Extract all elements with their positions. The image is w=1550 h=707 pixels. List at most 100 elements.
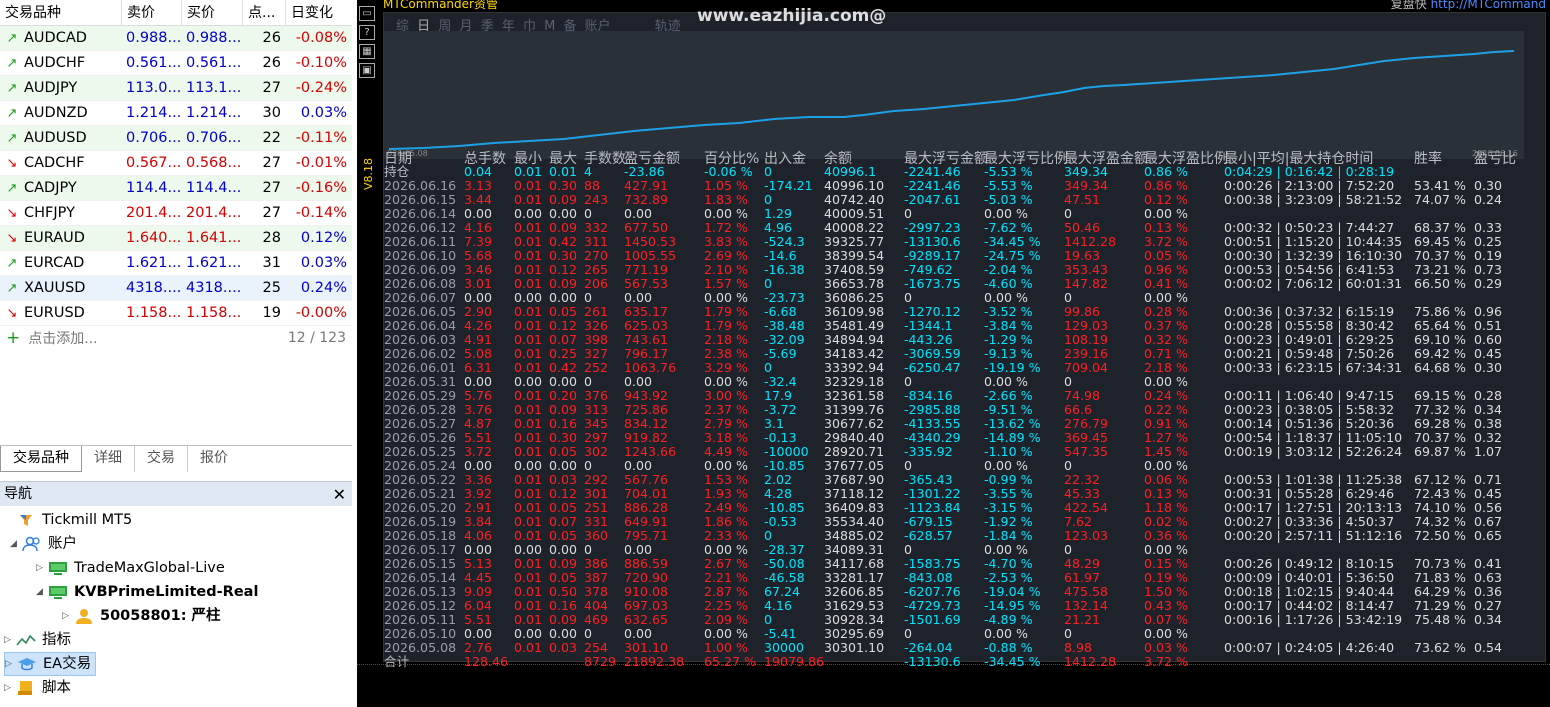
expand-arrow-icon[interactable]: ▷	[5, 652, 17, 676]
spread-cell: 27	[262, 205, 281, 221]
table-cell: 0.73	[1474, 262, 1503, 277]
tab-cat[interactable]: 巾	[523, 19, 536, 34]
table-cell: 0.00	[624, 374, 653, 389]
tab-summary[interactable]: 综	[396, 19, 409, 34]
col-ask[interactable]: 买价	[182, 0, 243, 26]
nav-item[interactable]: ▷ TradeMaxGlobal-Live	[36, 556, 225, 580]
nav-item[interactable]: ▷ 50058801: 严柱	[62, 604, 221, 628]
nav-item[interactable]: Tickmill MT5	[4, 508, 132, 532]
symbol-row[interactable]: ↘ CHFJPY 201.4... 201.4... 27 -0.14%	[0, 201, 352, 226]
nav-item[interactable]: ▷ 脚本	[4, 676, 71, 700]
table-cell: 0.01	[514, 430, 543, 445]
help-icon[interactable]: ?	[359, 25, 375, 40]
table-cell: 0.27	[1474, 598, 1503, 613]
spread-cell: 19	[262, 305, 281, 321]
user-icon	[74, 608, 94, 624]
table-cell: 1.50 %	[1144, 584, 1189, 599]
tab-day[interactable]: 日	[417, 19, 430, 34]
table-cell: 422.54	[1064, 500, 1109, 515]
table-cell: 36653.78	[824, 276, 885, 291]
table-cell: 0	[1064, 206, 1073, 221]
col-daily-change[interactable]: 日变化	[286, 0, 352, 26]
expand-arrow-icon[interactable]: ◢	[10, 532, 22, 556]
symbol-row[interactable]: ↗ XAUUSD 4318.... 4318.... 25 0.24%	[0, 276, 352, 301]
panel-toggle-icon[interactable]: ▭	[359, 6, 375, 21]
ask-cell: 0.988...	[186, 30, 242, 46]
expand-arrow-icon[interactable]: ▷	[4, 676, 16, 700]
tab-symbols[interactable]: 交易品种	[0, 446, 82, 472]
tab-details[interactable]: 详细	[82, 446, 135, 472]
table-cell: 0:00:07 | 0:24:05 | 4:26:40	[1224, 640, 1395, 655]
nav-item[interactable]: ◢ 账户	[10, 532, 77, 556]
tab-quarter[interactable]: 季	[481, 19, 494, 34]
table-cell: 0	[764, 276, 773, 291]
chart-url[interactable]: 复盘快 http://MTCommand	[1391, 0, 1546, 12]
table-cell: 0.00	[624, 626, 653, 641]
nav-item[interactable]: ◢ KVBPrimeLimited-Real	[36, 580, 258, 604]
symbol-name: EURAUD	[24, 230, 85, 246]
symbol-row[interactable]: ↗ CADJPY 114.4... 114.4... 27 -0.16%	[0, 176, 352, 201]
table-cell: 0.03	[549, 640, 578, 655]
table-cell: 2026.05.10	[384, 626, 457, 641]
ask-cell: 113.1...	[186, 80, 242, 96]
table-cell: 0.01	[514, 472, 543, 487]
symbol-row[interactable]: ↘ CADCHF 0.567... 0.568... 27 -0.01%	[0, 151, 352, 176]
table-cell: 0.30	[1474, 178, 1503, 193]
tab-note[interactable]: 备	[563, 19, 576, 34]
col-spread[interactable]: 点...	[243, 0, 286, 26]
col-bid[interactable]: 卖价	[122, 0, 182, 26]
add-symbol-row[interactable]: + 点击添加... 12 / 123	[0, 326, 352, 350]
tab-m[interactable]: M	[544, 19, 555, 34]
tab-account[interactable]: 账户	[585, 19, 611, 34]
tab-year[interactable]: 年	[502, 19, 515, 34]
table-cell: 0.15 %	[1144, 556, 1189, 571]
symbol-row[interactable]: ↗ AUDCAD 0.988... 0.988... 26 -0.08%	[0, 26, 352, 51]
tab-track[interactable]: 轨迹	[655, 19, 681, 34]
table-cell: 129.03	[1064, 318, 1109, 333]
symbol-row[interactable]: ↗ AUDNZD 1.214... 1.214... 30 0.03%	[0, 101, 352, 126]
table-cell: 64.68 %	[1414, 360, 1467, 375]
change-cell: -0.00%	[295, 305, 347, 321]
table-cell: 0:00:11 | 1:06:40 | 9:47:15	[1224, 388, 1395, 403]
symbol-row[interactable]: ↗ AUDCHF 0.561... 0.561... 26 -0.10%	[0, 51, 352, 76]
expand-arrow-icon[interactable]: ▷	[4, 628, 16, 652]
symbol-row[interactable]: ↘ EURAUD 1.640... 1.641... 28 0.12%	[0, 226, 352, 251]
change-cell: -0.08%	[295, 30, 347, 46]
grid-icon[interactable]: ▦	[359, 44, 375, 59]
table-cell: 0.01	[514, 556, 543, 571]
table-cell: 0.00	[549, 542, 578, 557]
nav-item[interactable]: ▷ EA交易	[4, 652, 97, 676]
window-icon[interactable]: ▣	[359, 63, 375, 78]
close-icon[interactable]: ✕	[333, 482, 346, 507]
symbol-row[interactable]: ↗ AUDUSD 0.706... 0.706... 22 -0.11%	[0, 126, 352, 151]
expand-arrow-icon[interactable]: ▷	[62, 604, 74, 628]
tab-trading[interactable]: 交易	[135, 446, 188, 472]
expand-arrow-icon[interactable]: ◢	[36, 580, 48, 604]
symbol-cell: ↗ EURCAD	[0, 251, 122, 276]
table-cell: 0.41 %	[1144, 276, 1189, 291]
bid-cell: 114.4...	[126, 180, 182, 196]
tab-month[interactable]: 月	[459, 19, 472, 34]
nav-item[interactable]: ▷ 指标	[4, 628, 71, 652]
table-cell: -14.89 %	[984, 430, 1041, 445]
ask-cell: 4318....	[186, 280, 242, 296]
bid-cell: 113.0...	[126, 80, 182, 96]
table-cell: 0.34	[1474, 612, 1503, 627]
table-cell: -13130.6	[904, 234, 961, 249]
tab-week[interactable]: 周	[438, 19, 451, 34]
table-cell: 0.01	[514, 486, 543, 501]
symbol-row[interactable]: ↘ EURUSD 1.158... 1.158... 19 -0.00%	[0, 301, 352, 326]
table-cell: 4.91	[464, 332, 493, 347]
ask-cell: 0.568...	[186, 155, 242, 171]
table-cell: 77.32 %	[1414, 402, 1467, 417]
col-symbol[interactable]: 交易品种	[0, 0, 122, 26]
spread-cell: 31	[262, 255, 281, 271]
table-cell: 69.45 %	[1414, 234, 1467, 249]
expand-arrow-icon[interactable]: ▷	[36, 556, 48, 580]
table-cell: 0.25	[549, 346, 578, 361]
tab-ticks[interactable]: 报价	[188, 446, 240, 472]
symbol-row[interactable]: ↗ EURCAD 1.621... 1.621... 31 0.03%	[0, 251, 352, 276]
symbol-row[interactable]: ↗ AUDJPY 113.0... 113.1... 27 -0.24%	[0, 76, 352, 101]
chart-window[interactable]: MTCommander资管 复盘快 http://MTCommand ▭ ? ▦…	[357, 0, 1550, 707]
table-cell: 0.30	[549, 430, 578, 445]
